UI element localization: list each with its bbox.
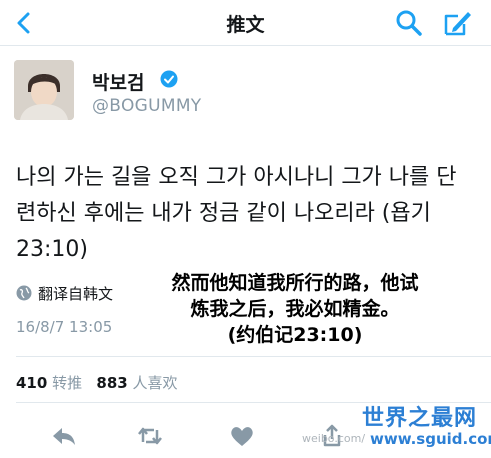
- like-count-link[interactable]: 883 人喜欢: [96, 374, 177, 392]
- overlay-caption: 然而他知道我所行的路，他试 炼我之后，我必如精金。 (约伯记23:10): [134, 270, 456, 348]
- overlay-line-3: (约伯记23:10): [227, 324, 363, 346]
- tweet-stats: 410 转推 883 人喜欢: [16, 372, 178, 393]
- compose-icon[interactable]: [440, 6, 474, 40]
- retweet-icon[interactable]: [136, 424, 164, 448]
- reply-icon[interactable]: [50, 424, 78, 448]
- heart-icon[interactable]: [228, 424, 256, 448]
- tweet-timestamp: 16/8/7 13:05: [16, 318, 113, 336]
- search-icon[interactable]: [392, 6, 426, 40]
- user-handle[interactable]: @BOGUMMY: [92, 96, 201, 116]
- overlay-line-1: 然而他知道我所行的路，他试: [171, 272, 419, 294]
- watermark-weibo: weibo.com/: [302, 432, 366, 445]
- verified-badge-icon: [160, 70, 178, 88]
- divider: [16, 356, 491, 357]
- navigation-bar: 推文: [0, 0, 491, 46]
- translate-label: 翻译自韩文: [38, 285, 114, 303]
- watermark-url: www.sguid.com: [370, 430, 491, 448]
- profile-photo-icon: [14, 60, 74, 120]
- watermark-brand: 世界之最网: [362, 406, 478, 431]
- like-count-label: 人喜欢: [132, 374, 178, 392]
- retweet-count-label: 转推: [52, 374, 83, 392]
- like-count: 883: [96, 374, 128, 392]
- tweet-text: 나의 가는 길을 오직 그가 아시나니 그가 나를 단련하신 후에는 내가 정금…: [16, 165, 457, 262]
- globe-icon: [16, 285, 32, 301]
- overlay-line-2: 炼我之后，我必如精金。: [190, 298, 400, 320]
- avatar[interactable]: [14, 60, 74, 120]
- retweet-count-link[interactable]: 410 转推: [16, 374, 82, 392]
- display-name[interactable]: 박보검: [92, 68, 144, 95]
- retweet-count: 410: [16, 374, 48, 392]
